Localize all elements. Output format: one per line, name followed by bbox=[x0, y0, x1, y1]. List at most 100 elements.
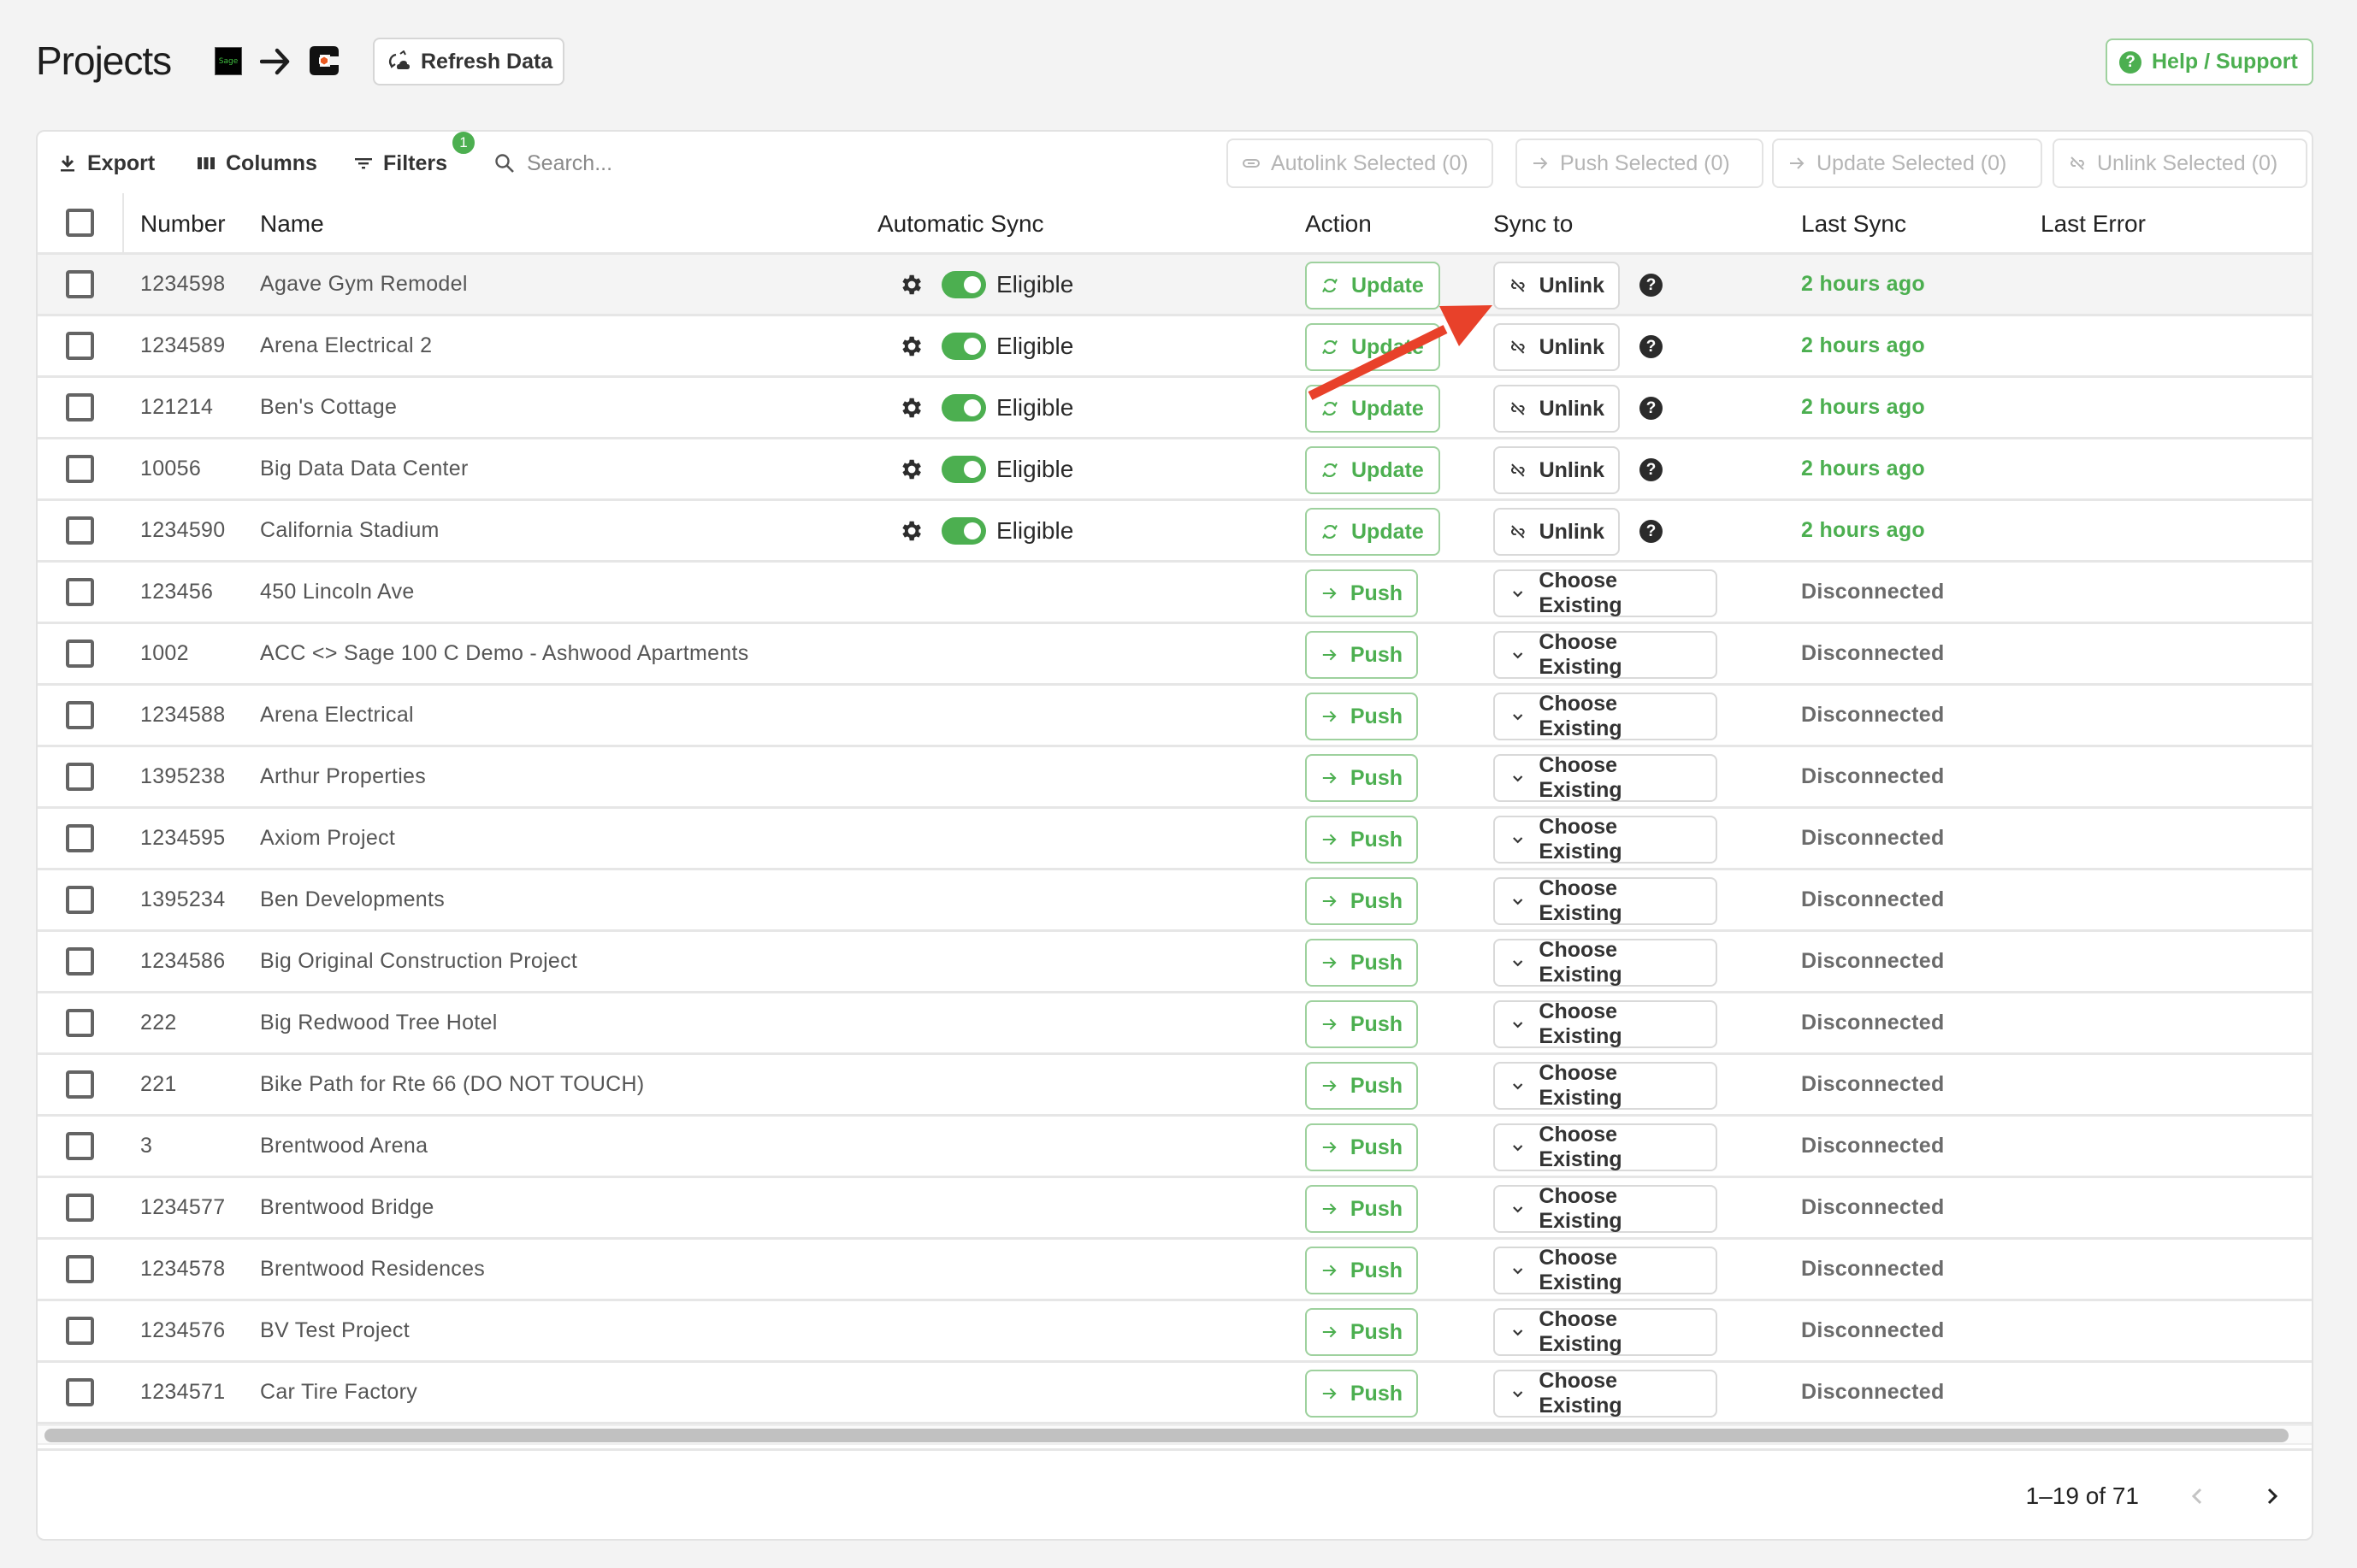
push-button[interactable]: Push bbox=[1305, 1062, 1418, 1110]
row-checkbox[interactable] bbox=[66, 455, 94, 483]
row-checkbox[interactable] bbox=[66, 1132, 94, 1160]
row-checkbox[interactable] bbox=[66, 824, 94, 852]
table-row[interactable]: 1234578 Brentwood Residences Push Choose Ex… bbox=[38, 1240, 2312, 1301]
push-selected-button[interactable]: Push Selected (0) bbox=[1515, 139, 1763, 188]
column-header-action[interactable]: Action bbox=[1305, 210, 1372, 238]
auto-sync-toggle[interactable] bbox=[942, 517, 986, 545]
horizontal-scrollbar-thumb[interactable] bbox=[44, 1429, 2289, 1442]
row-checkbox[interactable] bbox=[66, 947, 94, 976]
push-button[interactable]: Push bbox=[1305, 939, 1418, 987]
update-button[interactable]: Update bbox=[1305, 323, 1440, 371]
table-row[interactable]: 1234589 Arena Electrical 2 Eligible Update U… bbox=[38, 316, 2312, 378]
row-checkbox[interactable] bbox=[66, 1194, 94, 1222]
table-row[interactable]: 1234571 Car Tire Factory Push Choose Existi… bbox=[38, 1363, 2312, 1424]
unlink-button[interactable]: Unlink bbox=[1493, 262, 1620, 309]
table-row[interactable]: 1395238 Arthur Properties Push Choose Exist… bbox=[38, 747, 2312, 809]
gear-icon[interactable] bbox=[898, 272, 924, 298]
row-checkbox[interactable] bbox=[66, 763, 94, 791]
choose-existing-dropdown[interactable]: Choose Existing bbox=[1493, 1061, 1717, 1110]
autolink-selected-button[interactable]: Autolink Selected (0) bbox=[1226, 139, 1493, 188]
help-icon[interactable]: ? bbox=[1639, 335, 1663, 358]
horizontal-scrollbar[interactable] bbox=[38, 1424, 2312, 1445]
table-row[interactable]: 1234576 BV Test Project Push Choose Existin… bbox=[38, 1301, 2312, 1363]
choose-existing-dropdown[interactable]: Choose Existing bbox=[1493, 1184, 1717, 1233]
update-button[interactable]: Update bbox=[1305, 508, 1440, 556]
push-button[interactable]: Push bbox=[1305, 877, 1418, 925]
choose-existing-dropdown[interactable]: Choose Existing bbox=[1493, 999, 1717, 1048]
row-checkbox[interactable] bbox=[66, 332, 94, 360]
choose-existing-dropdown[interactable]: Choose Existing bbox=[1493, 1307, 1717, 1356]
table-row[interactable]: 1234590 California Stadium Eligible Update U… bbox=[38, 501, 2312, 563]
table-row[interactable]: 222 Big Redwood Tree Hotel Push Choose Exis… bbox=[38, 993, 2312, 1055]
choose-existing-dropdown[interactable]: Choose Existing bbox=[1493, 1123, 1717, 1171]
table-row[interactable]: 1234595 Axiom Project Push Choose Existing D… bbox=[38, 809, 2312, 870]
unlink-button[interactable]: Unlink bbox=[1493, 446, 1620, 494]
column-header-automatic-sync[interactable]: Automatic Sync bbox=[877, 210, 1044, 238]
row-checkbox[interactable] bbox=[66, 886, 94, 914]
gear-icon[interactable] bbox=[898, 395, 924, 421]
table-row[interactable]: 123456 450 Lincoln Ave Push Choose Existing… bbox=[38, 563, 2312, 624]
export-button[interactable]: Export bbox=[58, 149, 155, 178]
unlink-button[interactable]: Unlink bbox=[1493, 385, 1620, 433]
update-selected-button[interactable]: Update Selected (0) bbox=[1772, 139, 2042, 188]
table-row[interactable]: 1234588 Arena Electrical Push Choose Existi… bbox=[38, 686, 2312, 747]
row-checkbox[interactable] bbox=[66, 516, 94, 545]
push-button[interactable]: Push bbox=[1305, 1123, 1418, 1171]
push-button[interactable]: Push bbox=[1305, 1000, 1418, 1048]
row-checkbox[interactable] bbox=[66, 1070, 94, 1099]
row-checkbox[interactable] bbox=[66, 1255, 94, 1283]
row-checkbox[interactable] bbox=[66, 640, 94, 668]
row-checkbox[interactable] bbox=[66, 393, 94, 421]
column-header-name[interactable]: Name bbox=[260, 210, 324, 238]
help-icon[interactable]: ? bbox=[1639, 458, 1663, 481]
gear-icon[interactable] bbox=[898, 457, 924, 482]
push-button[interactable]: Push bbox=[1305, 1185, 1418, 1233]
search-field[interactable] bbox=[494, 147, 783, 180]
gear-icon[interactable] bbox=[898, 518, 924, 544]
table-row[interactable]: 1234598 Agave Gym Remodel Eligible Update Un… bbox=[38, 255, 2312, 316]
push-button[interactable]: Push bbox=[1305, 569, 1418, 617]
push-button[interactable]: Push bbox=[1305, 754, 1418, 802]
unlink-button[interactable]: Unlink bbox=[1493, 508, 1620, 556]
columns-button[interactable]: Columns bbox=[197, 149, 317, 178]
choose-existing-dropdown[interactable]: Choose Existing bbox=[1493, 815, 1717, 864]
push-button[interactable]: Push bbox=[1305, 631, 1418, 679]
help-support-button[interactable]: ? Help / Support bbox=[2106, 38, 2313, 85]
gear-icon[interactable] bbox=[898, 333, 924, 359]
push-button[interactable]: Push bbox=[1305, 693, 1418, 740]
choose-existing-dropdown[interactable]: Choose Existing bbox=[1493, 630, 1717, 679]
push-button[interactable]: Push bbox=[1305, 816, 1418, 864]
column-header-last-error[interactable]: Last Error bbox=[2041, 210, 2146, 238]
filters-button[interactable]: Filters bbox=[354, 149, 447, 178]
table-row[interactable]: 1234586 Big Original Construction Project… bbox=[38, 932, 2312, 993]
unlink-selected-button[interactable]: Unlink Selected (0) bbox=[2053, 139, 2307, 188]
table-row[interactable]: 1002 ACC <> Sage 100 C Demo - Ashwood Apa… bbox=[38, 624, 2312, 686]
unlink-button[interactable]: Unlink bbox=[1493, 323, 1620, 371]
choose-existing-dropdown[interactable]: Choose Existing bbox=[1493, 1369, 1717, 1418]
row-checkbox[interactable] bbox=[66, 270, 94, 298]
table-row[interactable]: 3 Brentwood Arena Push Choose Existing Disco… bbox=[38, 1117, 2312, 1178]
push-button[interactable]: Push bbox=[1305, 1247, 1418, 1294]
choose-existing-dropdown[interactable]: Choose Existing bbox=[1493, 753, 1717, 802]
choose-existing-dropdown[interactable]: Choose Existing bbox=[1493, 876, 1717, 925]
next-page-button[interactable] bbox=[2255, 1479, 2289, 1513]
search-input[interactable] bbox=[527, 150, 783, 176]
table-row[interactable]: 1234577 Brentwood Bridge Push Choose Existi… bbox=[38, 1178, 2312, 1240]
auto-sync-toggle[interactable] bbox=[942, 394, 986, 421]
row-checkbox[interactable] bbox=[66, 578, 94, 606]
refresh-data-button[interactable]: Refresh Data bbox=[373, 38, 564, 85]
row-checkbox[interactable] bbox=[66, 1317, 94, 1345]
row-checkbox[interactable] bbox=[66, 701, 94, 729]
table-row[interactable]: 1395234 Ben Developments Push Choose Existi… bbox=[38, 870, 2312, 932]
help-icon[interactable]: ? bbox=[1639, 274, 1663, 297]
row-checkbox[interactable] bbox=[66, 1378, 94, 1406]
help-icon[interactable]: ? bbox=[1639, 397, 1663, 420]
update-button[interactable]: Update bbox=[1305, 385, 1440, 433]
row-checkbox[interactable] bbox=[66, 1009, 94, 1037]
auto-sync-toggle[interactable] bbox=[942, 456, 986, 483]
choose-existing-dropdown[interactable]: Choose Existing bbox=[1493, 1246, 1717, 1294]
push-button[interactable]: Push bbox=[1305, 1308, 1418, 1356]
column-header-number[interactable]: Number bbox=[140, 210, 226, 238]
push-button[interactable]: Push bbox=[1305, 1370, 1418, 1418]
help-icon[interactable]: ? bbox=[1639, 520, 1663, 543]
